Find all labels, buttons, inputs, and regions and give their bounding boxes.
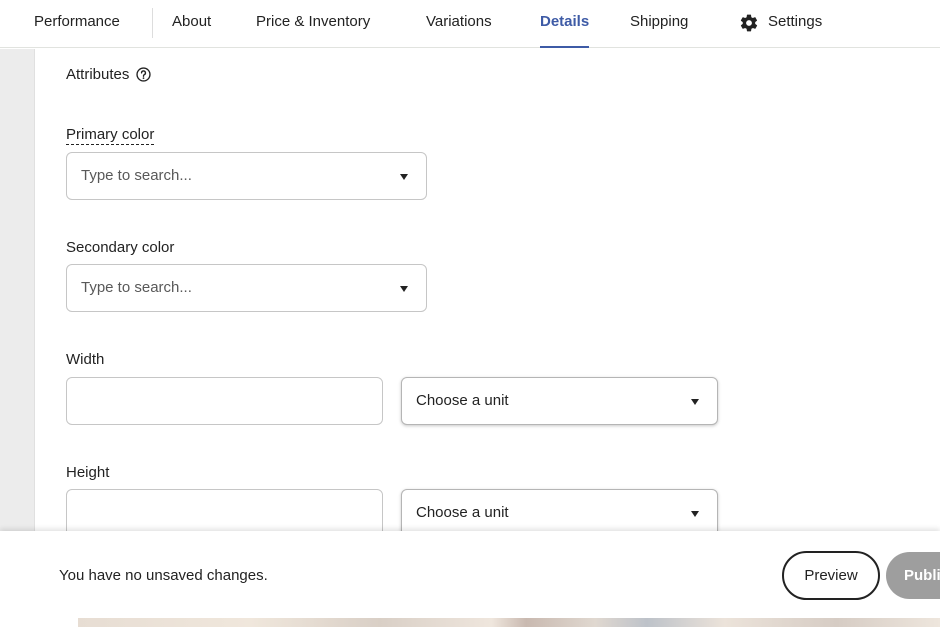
- tab-about[interactable]: About: [172, 0, 211, 48]
- height-input[interactable]: [66, 489, 383, 537]
- tab-price-inventory[interactable]: Price & Inventory: [256, 0, 370, 48]
- secondary-color-label: Secondary color: [66, 239, 175, 256]
- background-strip: [0, 618, 940, 627]
- tab-shipping[interactable]: Shipping: [630, 0, 688, 48]
- publish-button[interactable]: Publish: [886, 552, 940, 599]
- primary-color-select[interactable]: Type to search...: [66, 152, 427, 200]
- gear-icon[interactable]: [739, 13, 759, 33]
- primary-color-label[interactable]: Primary color: [66, 126, 155, 145]
- tab-variations[interactable]: Variations: [426, 0, 492, 48]
- tab-settings[interactable]: Settings: [768, 0, 822, 48]
- chevron-down-icon: [691, 399, 699, 405]
- width-input[interactable]: [66, 377, 383, 425]
- height-unit-select[interactable]: Choose a unit: [401, 489, 718, 537]
- width-unit-placeholder: Choose a unit: [416, 392, 509, 409]
- tab-divider: [152, 8, 153, 38]
- width-unit-select[interactable]: Choose a unit: [401, 377, 718, 425]
- preview-button[interactable]: Preview: [782, 551, 880, 600]
- chevron-down-icon: [691, 511, 699, 517]
- height-unit-placeholder: Choose a unit: [416, 504, 509, 521]
- secondary-color-placeholder: Type to search...: [81, 279, 192, 296]
- question-circle-icon[interactable]: [135, 66, 152, 83]
- chevron-down-icon: [400, 286, 408, 292]
- listing-tab-bar: Performance About Price & Inventory Vari…: [0, 0, 940, 48]
- left-gutter: [0, 49, 34, 531]
- tab-details[interactable]: Details: [540, 0, 590, 48]
- background-image: [78, 618, 940, 627]
- secondary-color-select[interactable]: Type to search...: [66, 264, 427, 312]
- attributes-heading: Attributes: [66, 66, 152, 83]
- width-label: Width: [66, 351, 105, 368]
- save-status-text: You have no unsaved changes.: [59, 567, 268, 584]
- chevron-down-icon: [400, 174, 408, 180]
- save-bar: You have no unsaved changes. Preview Pub…: [0, 531, 940, 618]
- primary-color-placeholder: Type to search...: [81, 167, 192, 184]
- height-label: Height: [66, 464, 110, 481]
- tab-performance[interactable]: Performance: [34, 0, 120, 48]
- attributes-heading-text: Attributes: [66, 66, 130, 83]
